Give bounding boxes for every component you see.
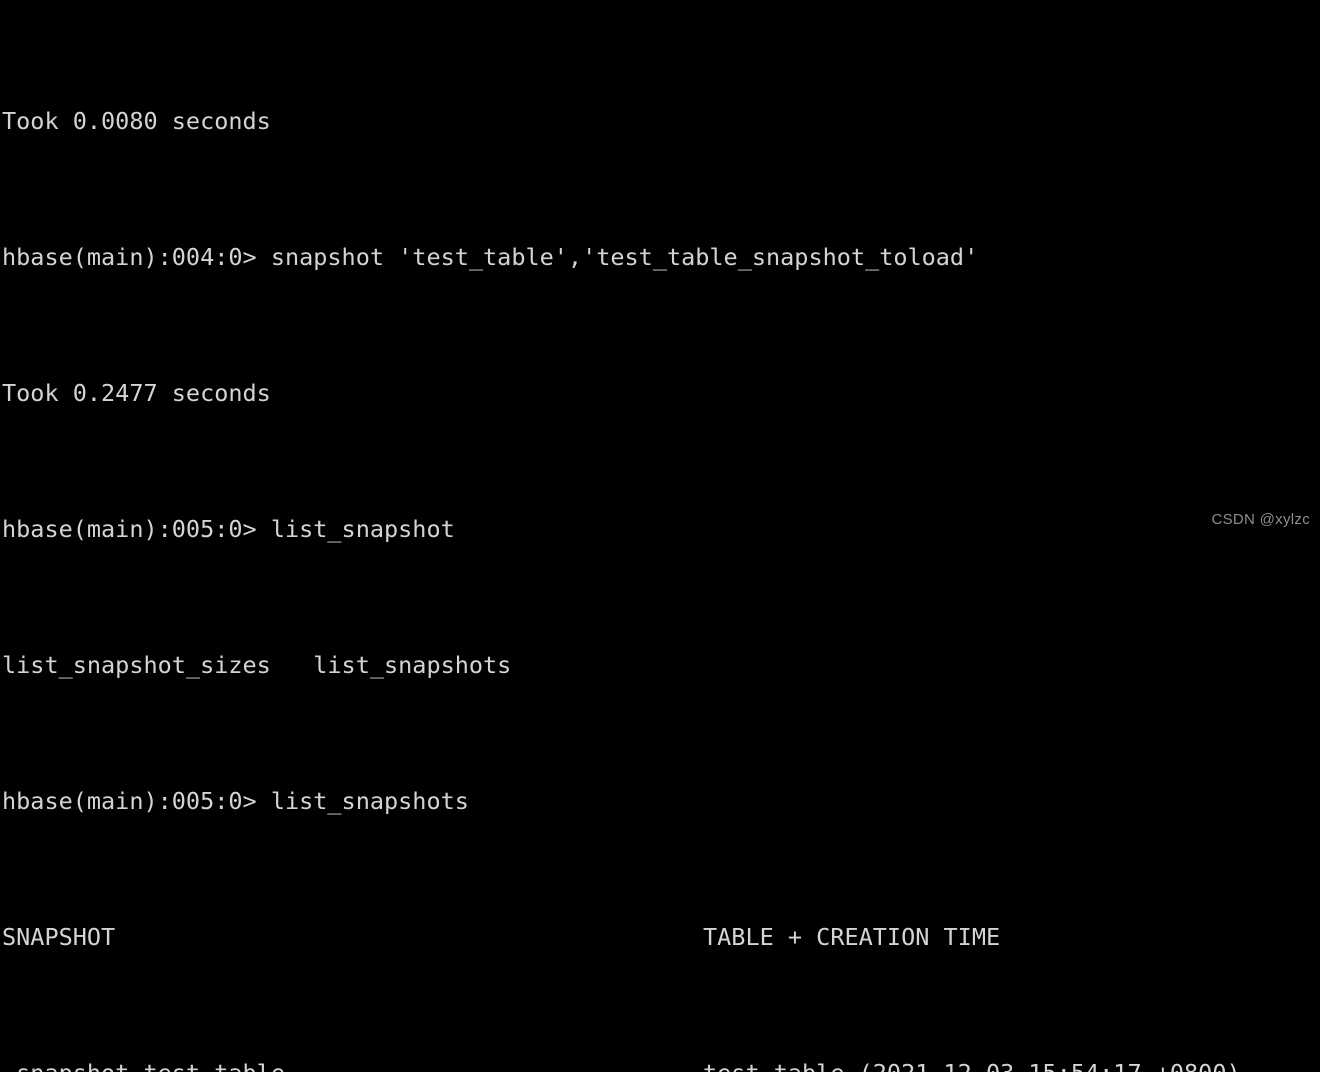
terminal-line-took-1: Took 0.0080 seconds [2, 104, 1320, 138]
terminal-line-completion-suggestions: list_snapshot_sizes list_snapshots [2, 648, 1320, 682]
terminal-screen[interactable]: Took 0.0080 seconds hbase(main):004:0> s… [0, 0, 1320, 1072]
snapshot-table-header-row: SNAPSHOT TABLE + CREATION TIME [2, 920, 1320, 954]
terminal-line-prompt-005-partial: hbase(main):005:0> list_snapshot [2, 512, 1320, 546]
snapshot-table-row: snapshot_test_table test_table (2021-12-0… [2, 1056, 1320, 1072]
terminal-line-text: hbase(main):005:0> list_snapshots [2, 787, 469, 815]
csdn-watermark: CSDN @xylzc [1211, 511, 1310, 528]
terminal-line-took-2: Took 0.2477 seconds [2, 376, 1320, 410]
terminal-line-text: hbase(main):005:0> list_snapshot [2, 515, 455, 543]
terminal-line-text: Took 0.0080 seconds [2, 107, 271, 135]
terminal-line-prompt-004: hbase(main):004:0> snapshot 'test_table'… [2, 240, 1320, 274]
terminal-line-text: Took 0.2477 seconds [2, 379, 271, 407]
terminal-line-text: list_snapshot_sizes list_snapshots [2, 651, 512, 679]
snapshot-column-header: SNAPSHOT [2, 923, 116, 951]
table-creation-time-column-header: TABLE + CREATION TIME [703, 923, 1001, 951]
snapshot-table-creation-cell: test_table (2021-12-03 15:54:17 +0800) [703, 1056, 1241, 1072]
terminal-line-prompt-005: hbase(main):005:0> list_snapshots [2, 784, 1320, 818]
terminal-line-text: hbase(main):004:0> snapshot 'test_table'… [2, 243, 979, 271]
snapshot-name-cell: snapshot_test_table [2, 1059, 285, 1072]
